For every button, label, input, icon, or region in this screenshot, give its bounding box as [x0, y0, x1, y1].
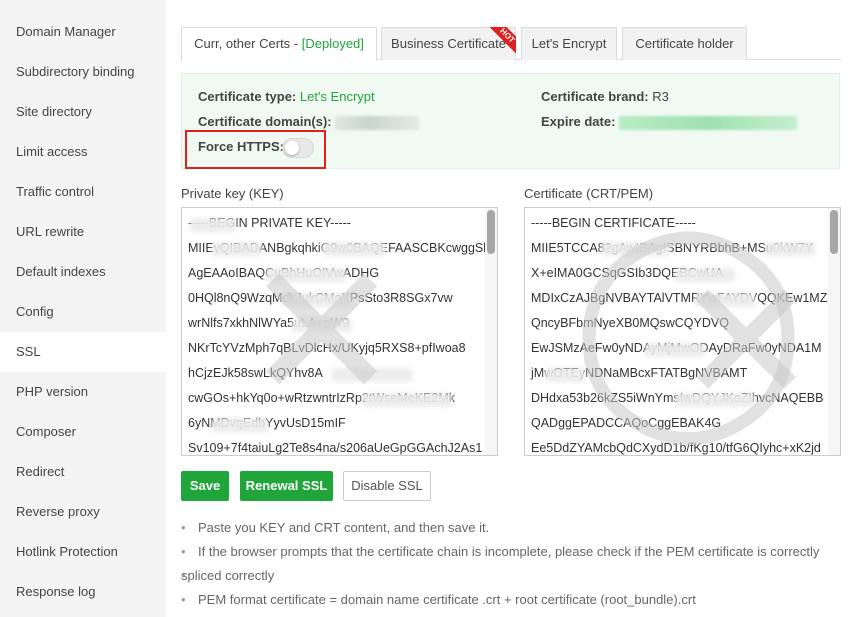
sidebar-item-php-version[interactable]: PHP version: [0, 372, 166, 412]
toggle-knob: [285, 141, 299, 155]
code-line: MDIxCzAJBgNVBAYTAlVTMRYwFAYDVQQKEw1MZX: [531, 291, 836, 305]
scroll-thumb[interactable]: [830, 210, 838, 254]
help-notes: Paste you KEY and CRT content, and then …: [181, 516, 831, 612]
code-line: jMwOTEyNDNaMBcxFTATBgNVBAMT: [531, 366, 748, 380]
disable-ssl-button[interactable]: Disable SSL: [343, 471, 431, 501]
code-line: X+eIMA0GCSqGSIb3DQEBCwUA: [531, 266, 724, 280]
cert-brand-value: R3: [652, 89, 669, 104]
redaction-smudge: [332, 368, 412, 382]
cert-expire-row: Expire date:: [541, 114, 798, 130]
hot-badge-text: HOT: [490, 27, 516, 53]
sidebar-item-reverse-proxy[interactable]: Reverse proxy: [0, 492, 166, 532]
code-line: NKrTcYVzMph7qBLvDlcHx/UKyjq5RXS8+pfIwoa8: [188, 341, 466, 355]
code-line: Sv109+7f4taiuLg2Te8s4na/s206aUeGpGGAchJ2…: [188, 441, 483, 455]
code-line: -----BEGIN CERTIFICATE-----: [531, 216, 696, 230]
tab-deployed-status: [Deployed]: [301, 36, 364, 51]
cert-type-value: Let's Encrypt: [299, 89, 375, 104]
code-line: hCjzEJk58swLkQYhv8A: [188, 366, 323, 380]
tab-business-certificate-label: Business Certificate: [391, 36, 506, 51]
sidebar-item-traffic-control[interactable]: Traffic control: [0, 172, 166, 212]
certificate-scrollbar[interactable]: [828, 208, 840, 455]
note-item: Paste you KEY and CRT content, and then …: [181, 516, 831, 540]
sidebar-item-composer[interactable]: Composer: [0, 412, 166, 452]
tab-current-certs[interactable]: Curr, other Certs - [Deployed]: [181, 27, 377, 61]
certificate-textarea[interactable]: -----BEGIN CERTIFICATE----- MIIE5TCCA82g…: [524, 207, 841, 456]
tab-certificate-holder[interactable]: Certificate holder: [622, 27, 747, 60]
sidebar-item-limit-access[interactable]: Limit access: [0, 132, 166, 172]
note-item: PEM format certificate = domain name cer…: [181, 588, 831, 612]
code-line: 0HQl8nQ9WzqMdkJukCMoXPsSto3R8SGx7vw: [188, 291, 453, 305]
code-line: 6yNMDvqEdbYyvUsD15mIF: [188, 416, 346, 430]
sidebar: Domain Manager Subdirectory binding Site…: [0, 0, 166, 617]
sidebar-item-hotlink-protection[interactable]: Hotlink Protection: [0, 532, 166, 572]
note-item: If the browser prompts that the certific…: [181, 540, 831, 564]
cert-brand-label: Certificate brand:: [541, 89, 649, 104]
private-key-textarea[interactable]: -----BEGIN PRIVATE KEY----- MIIEvQIBADAN…: [181, 207, 498, 456]
sidebar-item-url-rewrite[interactable]: URL rewrite: [0, 212, 166, 252]
cert-brand-row: Certificate brand: R3: [541, 89, 669, 104]
code-line: wrNlfs7xkhNlWYa5uLA+pW9: [188, 316, 350, 330]
code-line: QncyBFbmNyeXB0MQswCQYDVQ: [531, 316, 729, 330]
tab-lets-encrypt-label: Let's Encrypt: [531, 36, 607, 51]
sidebar-item-subdirectory-binding[interactable]: Subdirectory binding: [0, 52, 166, 92]
private-key-scrollbar[interactable]: [485, 208, 497, 455]
code-line: -----BEGIN PRIVATE KEY-----: [188, 216, 351, 230]
code-line: QADggEPADCCAQoCggEBAK4G: [531, 416, 722, 430]
cert-domain-label: Certificate domain(s):: [198, 114, 332, 129]
save-button[interactable]: Save: [181, 471, 229, 501]
code-line: MIIEvQIBADANBgkqhkiG9w0BAQEFAASCBKcwggSl: [188, 241, 487, 255]
cert-domain-row: Certificate domain(s):: [198, 114, 420, 130]
cert-domain-redacted: [335, 115, 420, 130]
sidebar-item-config[interactable]: Config: [0, 292, 166, 332]
code-line: cwGOs+hkYq0o+wRtzwntrIzRp2tWseMeKE2Mk: [188, 391, 455, 405]
hot-badge: HOT: [490, 27, 516, 53]
sidebar-item-redirect[interactable]: Redirect: [0, 452, 166, 492]
certificate-label: Certificate (CRT/PEM): [524, 186, 654, 201]
force-https-row: Force HTTPS:: [198, 139, 284, 154]
force-https-toggle[interactable]: [282, 138, 314, 158]
cert-expire-label: Expire date:: [541, 114, 616, 129]
renewal-ssl-button[interactable]: Renewal SSL: [240, 471, 333, 501]
sidebar-item-site-directory[interactable]: Site directory: [0, 92, 166, 132]
cert-type-label: Certificate type:: [198, 89, 297, 104]
tab-current-certs-label: Curr, other Certs -: [194, 36, 302, 51]
code-line: DHdxa53b26kZS5iWnYmsIwDQYJKoZIhvcNAQEBB: [531, 391, 824, 405]
code-line: Ee5DdZYAMcbQdCXydD1b/fKg10/tfG6QIyhc+xK2…: [531, 441, 821, 455]
code-line: EwJSMzAeFw0yNDAyMjMwODAyDRaFw0yNDA1M: [531, 341, 822, 355]
sidebar-item-ssl[interactable]: SSL: [0, 332, 166, 372]
cert-type-row: Certificate type: Let's Encrypt: [198, 89, 375, 104]
tab-business-certificate[interactable]: Business Certificate HOT: [381, 27, 516, 60]
force-https-label: Force HTTPS:: [198, 139, 284, 154]
tab-lets-encrypt[interactable]: Let's Encrypt: [521, 27, 617, 60]
cert-expire-redacted: [619, 115, 798, 130]
code-line: AgEAAoIBAQCuBhHuOIVwADHG: [188, 266, 380, 280]
tab-certificate-holder-label: Certificate holder: [635, 36, 734, 51]
sidebar-item-domain-manager[interactable]: Domain Manager: [0, 12, 166, 52]
note-item-continued: spliced correctly: [181, 564, 831, 588]
sidebar-item-default-indexes[interactable]: Default indexes: [0, 252, 166, 292]
code-line: MIIE5TCCA82gAwIBAgISBNYRBbhB+MSu0kW7Y: [531, 241, 814, 255]
scroll-thumb[interactable]: [487, 210, 495, 254]
private-key-label: Private key (KEY): [181, 186, 284, 201]
sidebar-item-response-log[interactable]: Response log: [0, 572, 166, 612]
